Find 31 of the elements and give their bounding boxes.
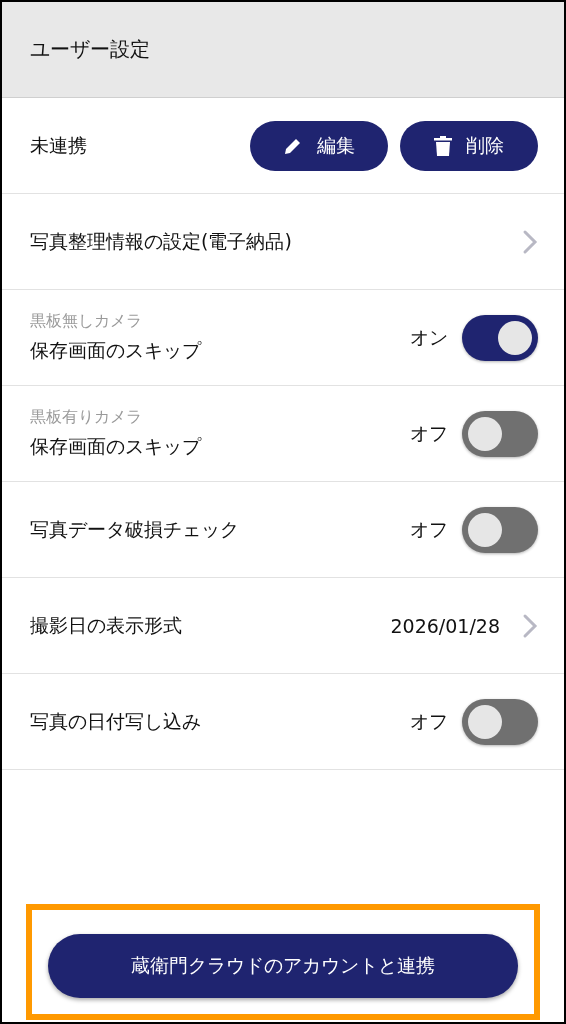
toggle-switch[interactable] xyxy=(462,698,538,745)
settings-row[interactable]: 写真の日付写し込み オフ xyxy=(2,674,564,770)
settings-row[interactable]: 写真整理情報の設定(電子納品) xyxy=(2,194,564,290)
delete-button[interactable]: 削除 xyxy=(400,120,538,171)
setting-label: 写真整理情報の設定(電子納品) xyxy=(30,228,293,254)
toggle-state-text: オフ xyxy=(410,420,448,446)
header-title: ユーザー設定 xyxy=(30,36,150,63)
setting-label: 写真データ破損チェック xyxy=(30,516,240,542)
setting-label: 保存画面のスキップ xyxy=(30,434,203,459)
chevron-right-icon xyxy=(522,612,538,639)
edit-button[interactable]: 編集 xyxy=(250,120,388,171)
toggle-switch[interactable] xyxy=(462,410,538,457)
setting-label: 保存画面のスキップ xyxy=(30,338,203,363)
toggle-state-text: オフ xyxy=(410,516,448,542)
settings-row[interactable]: 写真データ破損チェック オフ xyxy=(2,482,564,578)
settings-row[interactable]: 黒板無しカメラ 保存画面のスキップ オン xyxy=(2,290,564,386)
toggle-state-text: オン xyxy=(410,324,448,350)
toggle-state-text: オフ xyxy=(410,708,448,734)
settings-row[interactable]: 黒板有りカメラ 保存画面のスキップ オフ xyxy=(2,386,564,482)
settings-row[interactable]: 撮影日の表示形式 2026/01/28 xyxy=(2,578,564,674)
setting-sublabel: 黒板有りカメラ xyxy=(30,407,143,428)
trash-icon xyxy=(434,135,452,156)
setting-label: 撮影日の表示形式 xyxy=(30,612,183,638)
setting-label: 未連携 xyxy=(30,132,88,158)
setting-value: 2026/01/28 xyxy=(390,614,500,637)
setting-label: 写真の日付写し込み xyxy=(30,708,202,734)
toggle-switch[interactable] xyxy=(462,506,538,553)
link-account-button[interactable]: 蔵衛門クラウドのアカウントと連携 xyxy=(48,934,518,998)
setting-sublabel: 黒板無しカメラ xyxy=(30,311,143,332)
chevron-right-icon xyxy=(522,228,538,255)
toggle-switch[interactable] xyxy=(462,314,538,361)
